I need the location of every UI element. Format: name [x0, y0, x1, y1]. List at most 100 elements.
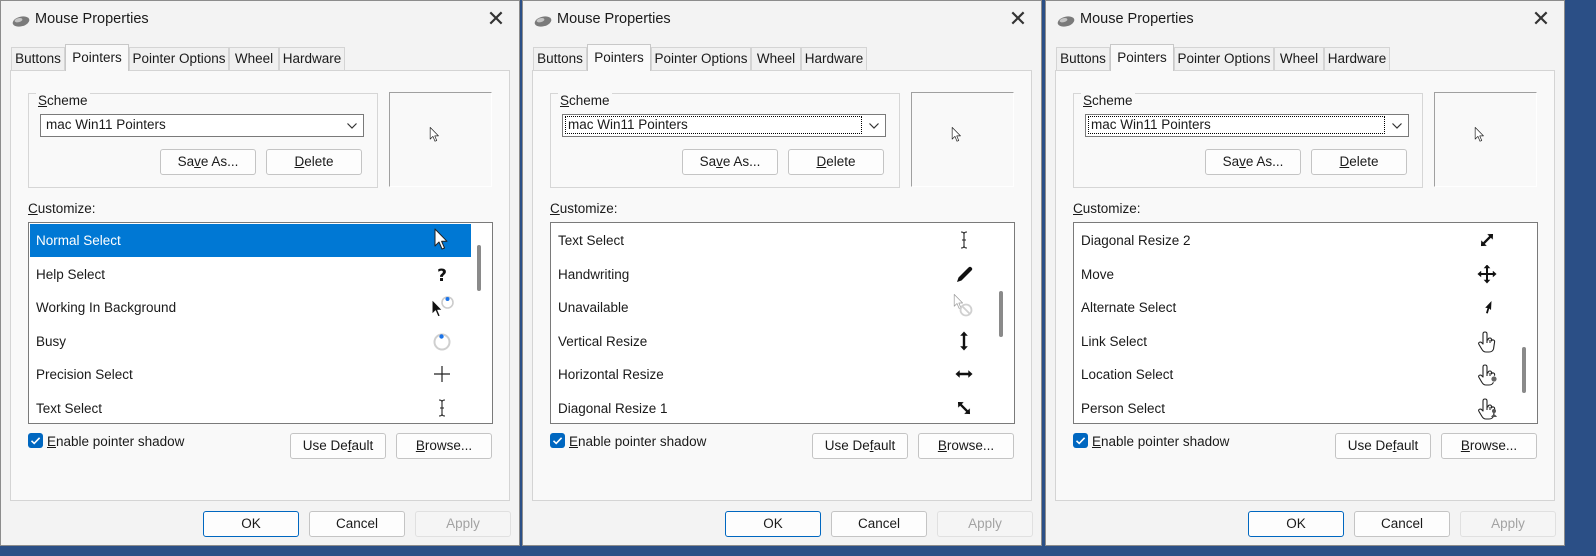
close-button[interactable]: ✕: [473, 1, 519, 39]
busy-cursor-icon: [429, 328, 455, 354]
scheme-group: Scheme mac Win11 Pointers Save As... Del…: [28, 93, 378, 188]
tab-buttons[interactable]: Buttons: [11, 47, 65, 71]
cursor-row[interactable]: Diagonal Resize 2: [1075, 224, 1516, 257]
scroll-thumb[interactable]: [999, 290, 1003, 337]
delete-button[interactable]: Delete: [1311, 149, 1407, 175]
checkmark-icon: [30, 437, 41, 445]
save-as-button[interactable]: Save As...: [1205, 149, 1301, 175]
close-button[interactable]: ✕: [1518, 1, 1564, 39]
scroll-thumb[interactable]: [1522, 347, 1526, 393]
apply-button[interactable]: Apply: [937, 511, 1033, 537]
cursor-row[interactable]: Unavailable: [552, 291, 993, 324]
cursor-row-label: Horizontal Resize: [558, 367, 664, 382]
scheme-dropdown[interactable]: mac Win11 Pointers: [562, 114, 886, 137]
list-scrollbar[interactable]: [1515, 225, 1535, 421]
cursor-row[interactable]: Handwriting: [552, 258, 993, 291]
enable-shadow-label[interactable]: Enable pointer shadow: [1092, 434, 1229, 449]
unavailable-cursor-icon: [951, 294, 977, 320]
enable-shadow-checkbox[interactable]: [550, 433, 565, 448]
cursor-list[interactable]: Normal Select Help Select ? Working In B…: [28, 222, 493, 424]
list-scrollbar[interactable]: [470, 225, 490, 421]
cursor-row[interactable]: Normal Select: [30, 224, 471, 257]
cursor-list[interactable]: Text Select Handwriting Unavailable Vert…: [550, 222, 1015, 424]
tab-pointers[interactable]: Pointers: [587, 44, 651, 71]
apply-button[interactable]: Apply: [1460, 511, 1556, 537]
cursor-row[interactable]: Vertical Resize: [552, 325, 993, 358]
window-title: Mouse Properties: [35, 11, 149, 27]
tab-buttons[interactable]: Buttons: [533, 47, 587, 71]
save-as-button[interactable]: Save As...: [160, 149, 256, 175]
pointers-tab-panel: Scheme mac Win11 Pointers Save As... Del…: [532, 70, 1032, 501]
close-button[interactable]: ✕: [995, 1, 1041, 39]
enable-shadow-label[interactable]: Enable pointer shadow: [569, 434, 706, 449]
tab-hardware[interactable]: Hardware: [1324, 47, 1390, 71]
cursor-row-label: Location Select: [1081, 367, 1174, 382]
cursor-row-label: Working In Background: [36, 300, 177, 315]
ok-button[interactable]: OK: [1248, 511, 1344, 537]
cursor-list[interactable]: Diagonal Resize 2 Move Alternate Select …: [1073, 222, 1538, 424]
window-title: Mouse Properties: [1080, 11, 1194, 27]
cursor-row[interactable]: Link Select: [1075, 325, 1516, 358]
cursor-row-label: Busy: [36, 333, 67, 349]
cursor-row[interactable]: Busy: [30, 325, 471, 358]
scheme-group: Scheme mac Win11 Pointers Save As... Del…: [550, 93, 900, 188]
cursor-row[interactable]: Move: [1075, 258, 1516, 291]
tab-pointer-options[interactable]: Pointer Options: [651, 47, 751, 71]
tab-pointer-options[interactable]: Pointer Options: [1174, 47, 1274, 71]
window-title: Mouse Properties: [557, 11, 671, 27]
cursor-row[interactable]: Person Select: [1075, 392, 1516, 424]
crosshair-cursor-icon: [429, 361, 455, 387]
cursor-row[interactable]: Text Select: [552, 224, 993, 257]
cancel-button[interactable]: Cancel: [309, 511, 405, 537]
tab-pointer-options[interactable]: Pointer Options: [129, 47, 229, 71]
cancel-button[interactable]: Cancel: [1354, 511, 1450, 537]
cursor-row[interactable]: Text Select: [30, 392, 471, 424]
tab-pointers[interactable]: Pointers: [1110, 44, 1174, 71]
mouse-properties-dialog: Mouse Properties ✕ Buttons Pointers Pointe…: [0, 0, 520, 546]
tab-hardware[interactable]: Hardware: [801, 47, 867, 71]
tab-pointers[interactable]: Pointers: [65, 44, 129, 71]
use-default-button[interactable]: Use Default: [290, 433, 386, 459]
tab-buttons[interactable]: Buttons: [1056, 47, 1110, 71]
tab-wheel[interactable]: Wheel: [229, 47, 279, 71]
enable-shadow-checkbox[interactable]: [28, 433, 43, 448]
save-as-button[interactable]: Save As...: [682, 149, 778, 175]
cursor-row[interactable]: Precision Select: [30, 358, 471, 391]
cursor-row[interactable]: Working In Background: [30, 291, 471, 324]
cursor-row[interactable]: Horizontal Resize: [552, 358, 993, 391]
cursor-row[interactable]: Alternate Select: [1075, 291, 1516, 324]
enable-shadow-label[interactable]: Enable pointer shadow: [47, 434, 184, 449]
apply-button[interactable]: Apply: [415, 511, 511, 537]
delete-button[interactable]: Delete: [788, 149, 884, 175]
browse-button[interactable]: Browse...: [1441, 433, 1537, 459]
scheme-dropdown[interactable]: mac Win11 Pointers: [40, 114, 364, 137]
mouse-properties-dialog: Mouse Properties ✕ Buttons Pointers Pointe…: [1045, 0, 1565, 546]
use-default-button[interactable]: Use Default: [812, 433, 908, 459]
scroll-thumb[interactable]: [477, 245, 481, 291]
pointer-preview: [389, 92, 492, 187]
cursor-row[interactable]: Diagonal Resize 1: [552, 392, 993, 424]
checkmark-icon: [552, 437, 563, 445]
scheme-dropdown-value: mac Win11 Pointers: [46, 117, 166, 132]
tab-hardware[interactable]: Hardware: [279, 47, 345, 71]
scheme-group-label: Scheme: [1081, 93, 1135, 108]
enable-shadow-checkbox[interactable]: [1073, 433, 1088, 448]
delete-button[interactable]: Delete: [266, 149, 362, 175]
cancel-button[interactable]: Cancel: [831, 511, 927, 537]
scheme-group-label: Scheme: [558, 93, 612, 108]
mouse-icon: [534, 15, 552, 30]
list-scrollbar[interactable]: [992, 225, 1012, 421]
location-hand-icon: [1474, 361, 1500, 387]
ok-button[interactable]: OK: [725, 511, 821, 537]
tab-wheel[interactable]: Wheel: [751, 47, 801, 71]
cursor-row[interactable]: Help Select ?: [30, 258, 471, 291]
diagonal-resize-1-icon: [951, 395, 977, 421]
cursor-row[interactable]: Location Select: [1075, 358, 1516, 391]
cursor-row-label: Text Select: [36, 400, 103, 416]
scheme-dropdown[interactable]: mac Win11 Pointers: [1085, 114, 1409, 137]
browse-button[interactable]: Browse...: [396, 433, 492, 459]
tab-wheel[interactable]: Wheel: [1274, 47, 1324, 71]
browse-button[interactable]: Browse...: [918, 433, 1014, 459]
use-default-button[interactable]: Use Default: [1335, 433, 1431, 459]
ok-button[interactable]: OK: [203, 511, 299, 537]
